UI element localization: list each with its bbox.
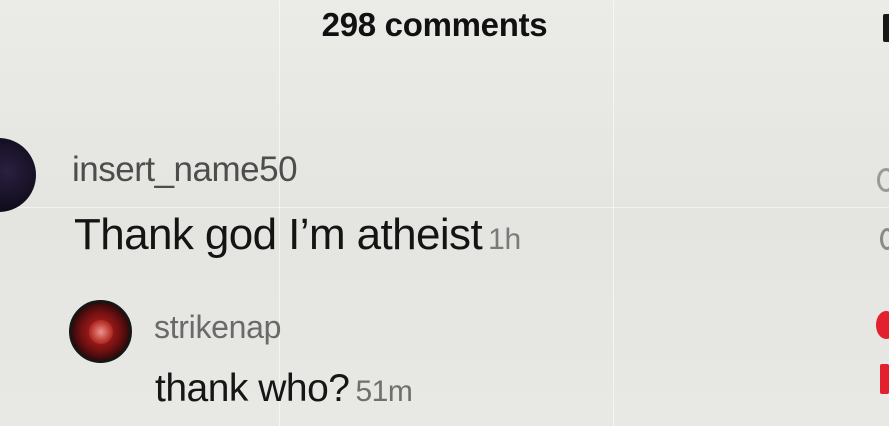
reply-text: thank who? 51m	[155, 367, 413, 411]
comment-text: Thank god I’m atheist 1h	[74, 210, 521, 260]
collapse-icon[interactable]	[877, 168, 889, 192]
collapse-icon[interactable]	[880, 228, 889, 250]
heart-icon[interactable]	[876, 311, 889, 339]
comment-username[interactable]: insert_name50	[72, 150, 298, 190]
comments-count-title: 298 comments	[321, 6, 548, 43]
comment-timestamp: 1h	[488, 223, 521, 256]
reply-timestamp: 51m	[355, 375, 413, 408]
grid-line-vertical	[613, 0, 614, 426]
grid-line-horizontal	[0, 207, 889, 208]
comment-body: Thank god I’m atheist	[74, 210, 483, 259]
reply-body: thank who?	[155, 367, 350, 410]
comments-panel: 298 comments insert_name50 Thank god I’m…	[0, 0, 889, 426]
reply-username[interactable]: strikenap	[154, 309, 281, 346]
avatar-mark-icon	[89, 320, 113, 344]
avatar[interactable]	[0, 138, 36, 212]
close-icon[interactable]	[883, 14, 889, 42]
like-count-indicator	[880, 364, 889, 394]
reply-avatar[interactable]	[69, 300, 132, 363]
